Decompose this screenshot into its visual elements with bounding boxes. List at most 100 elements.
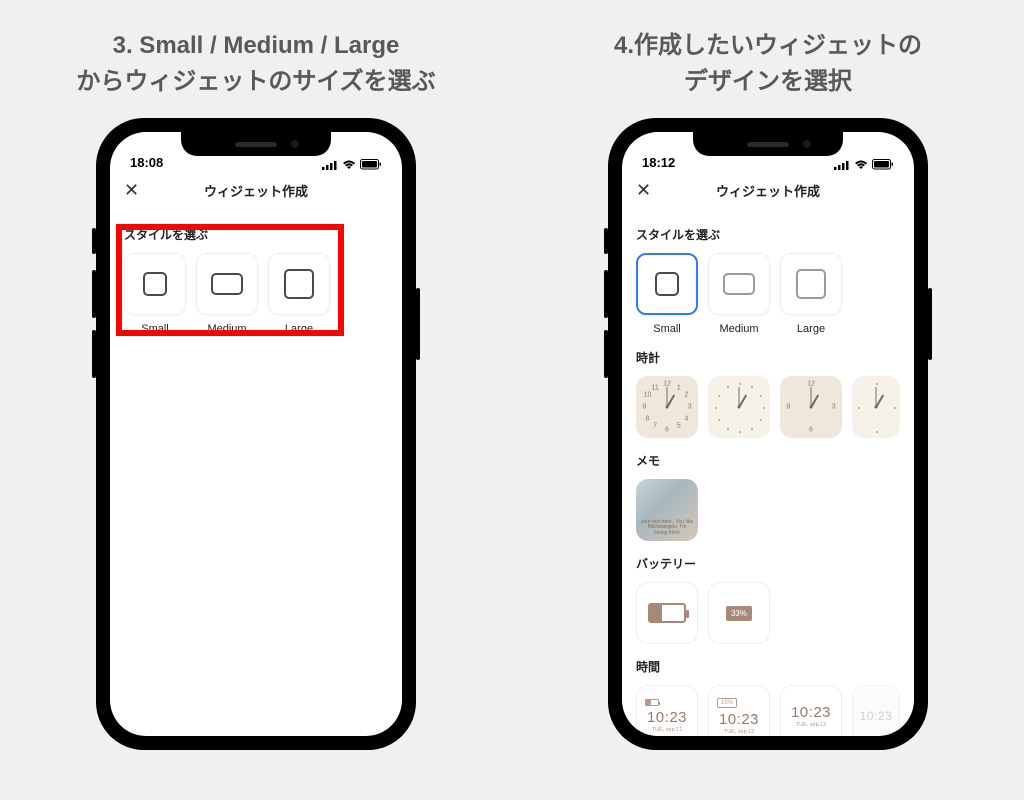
wifi-icon [342,160,356,170]
phone-screen: 18:08 ✕ ウィジェット作成 [110,132,402,736]
time-widget-4[interactable]: 10:23 [852,685,900,736]
size-medium-label: Medium [196,323,258,335]
time-widget-2[interactable]: 15% 10:23 TUE, sep.12 [708,685,770,736]
square-medium-icon [723,273,755,295]
size-small-label: Small [124,323,186,335]
status-time: 18:08 [130,155,163,170]
size-small-card[interactable] [124,253,186,315]
notch [181,132,331,156]
wifi-icon [854,160,868,170]
close-icon[interactable]: ✕ [124,181,139,199]
mute-switch [92,228,96,254]
nav-bar: ✕ ウィジェット作成 [622,172,914,208]
battery-widget-1[interactable] [636,582,698,644]
speaker-grille [235,142,277,147]
time-date: TUE, sep.12 [724,729,755,735]
memo-section-label: メモ [636,452,900,469]
clock-widget-2[interactable] [708,376,770,438]
time-date: TUE, sep.12 [652,727,683,733]
clock-widget-row: 12 3 6 9 1 2 4 5 7 8 [636,376,900,438]
minute-hand [811,387,812,407]
style-size-row [636,253,900,315]
step-3-title-line2: からウィジェットのサイズを選ぶ [76,68,435,95]
speaker-grille [747,142,789,147]
clock-section-label: 時計 [636,349,900,366]
style-size-row [124,253,388,315]
clock-center-icon [738,406,741,409]
battery-widget-2[interactable]: 33% [708,582,770,644]
step-4-panel: 4.作成したいウィジェットの デザインを選択 18:12 [512,0,1024,800]
battery-section-label: バッテリー [636,555,900,572]
style-section-label: スタイルを選ぶ [124,226,388,243]
nav-title: ウィジェット作成 [716,181,820,200]
size-medium-card[interactable] [196,253,258,315]
step-3-title: 3. Small / Medium / Large からウィジェットのサイズを選… [76,28,435,100]
memo-widget[interactable]: your text here.. You like Michelangelo, … [636,479,698,541]
volume-down-button [92,270,96,318]
time-section-label: 時間 [636,658,900,675]
square-large-icon [796,269,826,299]
size-medium-card[interactable] [708,253,770,315]
screen-content: スタイルを選ぶ Small Medium Large 時計 [622,208,914,736]
power-button [928,288,932,360]
phone-screen: 18:12 ✕ ウィジェット作成 [622,132,914,736]
battery-status-icon [872,159,894,170]
size-small-label: Small [636,323,698,335]
clock-widget-3[interactable]: 12 3 6 9 [780,376,842,438]
square-small-icon [655,272,679,296]
style-size-labels: Small Medium Large [636,323,900,335]
nav-bar: ✕ ウィジェット作成 [110,172,402,208]
mini-battery-icon [645,699,659,706]
clock-center-icon [810,406,813,409]
close-icon[interactable]: ✕ [636,181,651,199]
time-date: TUE, sep.12 [796,722,827,728]
square-large-icon [284,269,314,299]
step-4-title-line2: デザインを選択 [684,68,852,95]
battery-status-icon [360,159,382,170]
step-4-title-line1: 4.作成したいウィジェットの [614,32,922,59]
size-medium-label: Medium [708,323,770,335]
volume-up-button [604,330,608,378]
style-section-label: スタイルを選ぶ [636,226,900,243]
notch [693,132,843,156]
phone-step4: 18:12 ✕ ウィジェット作成 [608,118,928,750]
step-3-panel: 3. Small / Medium / Large からウィジェットのサイズを選… [0,0,512,800]
power-button [416,288,420,360]
minute-hand [667,387,668,407]
phone-step3: 18:08 ✕ ウィジェット作成 [96,118,416,750]
battery-percent-badge: 33% [726,606,752,621]
front-camera [803,140,811,148]
square-small-icon [143,272,167,296]
step-3-title-line1: 3. Small / Medium / Large [113,32,400,59]
memo-text: your text here.. You like Michelangelo, … [641,520,693,537]
nav-title: ウィジェット作成 [204,181,308,200]
size-small-card[interactable] [636,253,698,315]
clock-center-icon [875,406,878,409]
front-camera [291,140,299,148]
time-value: 10:23 [647,709,687,726]
cellular-icon [834,160,850,170]
cellular-icon [322,160,338,170]
clock-widget-1[interactable]: 12 3 6 9 1 2 4 5 7 8 [636,376,698,438]
size-large-card[interactable] [268,253,330,315]
square-medium-icon [211,273,243,295]
step-4-title: 4.作成したいウィジェットの デザインを選択 [614,28,922,100]
size-large-label: Large [268,323,330,335]
minute-hand [739,387,740,407]
clock-center-icon [666,406,669,409]
time-value: 10:23 [791,704,831,721]
size-large-label: Large [780,323,842,335]
screen-content: スタイルを選ぶ Small Medium Large [110,208,402,345]
clock-widget-4[interactable] [852,376,900,438]
volume-down-button [604,270,608,318]
battery-icon [648,603,686,623]
time-value: 10:23 [719,711,759,728]
size-large-card[interactable] [780,253,842,315]
minute-hand [876,387,877,407]
volume-up-button [92,330,96,378]
style-size-labels: Small Medium Large [124,323,388,335]
time-widget-3[interactable]: 10:23 TUE, sep.12 [780,685,842,736]
mute-switch [604,228,608,254]
time-widget-1[interactable]: 10:23 TUE, sep.12 [636,685,698,736]
status-time: 18:12 [642,155,675,170]
